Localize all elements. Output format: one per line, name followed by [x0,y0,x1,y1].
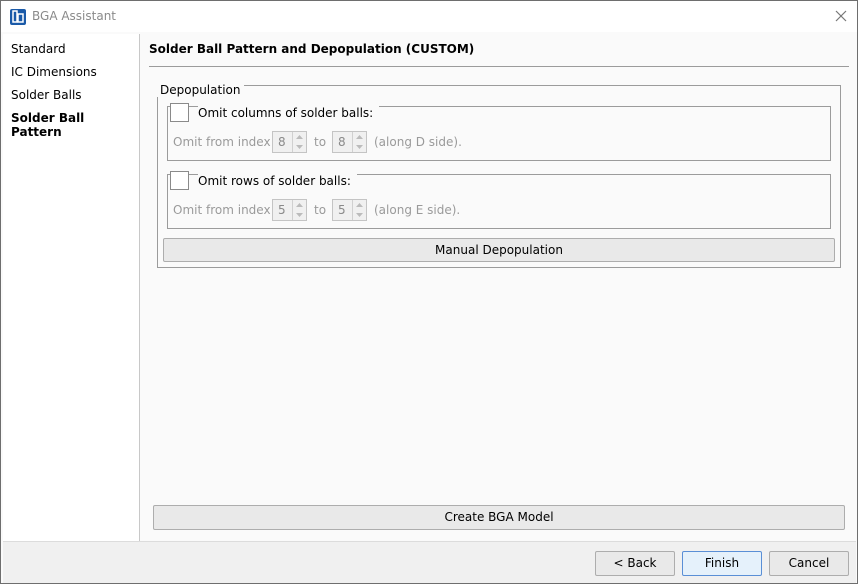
chevron-up-icon [296,203,303,207]
dialog-footer: < Back Finish Cancel [3,542,856,583]
create-bga-model-label: Create BGA Model [444,510,554,524]
spin-down-button[interactable] [353,142,366,152]
spin-up-button[interactable] [293,132,306,142]
sidebar-item-solder-balls[interactable]: Solder Balls [11,88,82,102]
sidebar-item-solder-ball-pattern[interactable]: Solder Ball Pattern [11,111,139,139]
columns-to-index-spinner[interactable]: 8 [332,131,367,153]
back-label: < Back [613,556,657,570]
window-title: BGA Assistant [32,9,117,23]
bga-assistant-window: BGA Assistant Standard IC Dimensions Sol… [0,0,858,584]
wizard-steps-sidebar: Standard IC Dimensions Solder Balls Sold… [3,34,140,541]
finish-button[interactable]: Finish [682,551,762,576]
back-button[interactable]: < Back [595,551,675,576]
chevron-down-icon [296,213,303,217]
omit-columns-checkbox[interactable] [170,103,189,122]
chevron-up-icon [356,135,363,139]
chevron-down-icon [356,145,363,149]
create-bga-model-button[interactable]: Create BGA Model [153,505,845,530]
columns-to-label: to [314,135,327,149]
spin-down-button[interactable] [293,210,306,220]
cancel-button[interactable]: Cancel [769,551,849,576]
close-icon [835,10,847,22]
title-divider [149,66,849,67]
rows-from-index-spinner[interactable]: 5 [272,199,307,221]
finish-label: Finish [704,556,740,570]
omit-rows-checkbox[interactable] [170,171,189,190]
chevron-down-icon [356,213,363,217]
rows-omit-from-label: Omit from index [173,203,271,217]
manual-depopulation-label: Manual Depopulation [435,243,563,257]
columns-to-value: 8 [338,135,346,149]
cancel-label: Cancel [788,556,830,570]
spin-down-button[interactable] [353,210,366,220]
chevron-up-icon [296,135,303,139]
columns-suffix: (along D side). [374,135,462,149]
spin-down-button[interactable] [293,142,306,152]
spin-up-button[interactable] [353,200,366,210]
omit-rows-label: Omit rows of solder balls: [198,174,357,188]
spinner-buttons [352,132,366,152]
rows-to-value: 5 [338,203,346,217]
rows-suffix: (along E side). [374,203,461,217]
columns-from-index-spinner[interactable]: 8 [272,131,307,153]
page-title: Solder Ball Pattern and Depopulation (CU… [149,42,475,56]
spin-up-button[interactable] [353,132,366,142]
columns-omit-from-label: Omit from index [173,135,271,149]
chevron-up-icon [356,203,363,207]
rows-to-index-spinner[interactable]: 5 [332,199,367,221]
sidebar-item-standard[interactable]: Standard [11,42,66,56]
chevron-down-icon [296,145,303,149]
depopulation-legend: Depopulation [156,83,245,97]
bga-app-icon [10,9,26,25]
spinner-buttons [292,200,306,220]
rows-to-label: to [314,203,327,217]
main-content: Solder Ball Pattern and Depopulation (CU… [141,34,857,541]
spin-up-button[interactable] [293,200,306,210]
omit-columns-label: Omit columns of solder balls: [198,106,380,120]
title-bar: BGA Assistant [1,1,857,32]
sidebar-item-ic-dimensions[interactable]: IC Dimensions [11,65,97,79]
spinner-buttons [352,200,366,220]
spinner-buttons [292,132,306,152]
columns-from-value: 8 [278,135,286,149]
manual-depopulation-button[interactable]: Manual Depopulation [163,238,835,262]
close-button[interactable] [825,1,857,32]
rows-from-value: 5 [278,203,286,217]
